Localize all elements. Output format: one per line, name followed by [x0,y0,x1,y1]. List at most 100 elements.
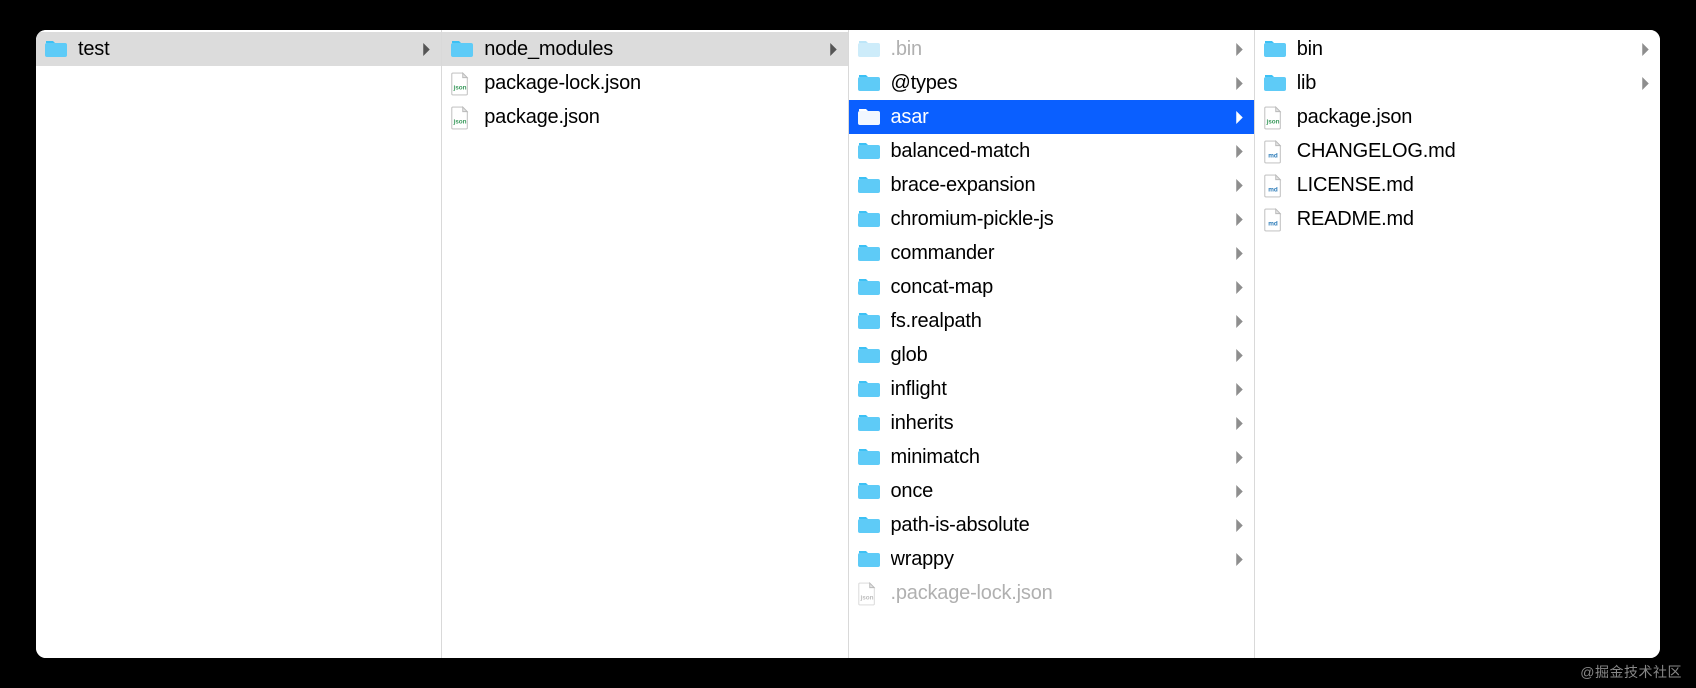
item-label: inflight [891,378,1229,401]
item-label: README.md [1297,208,1650,231]
item-label: test [78,38,416,61]
chevron-right-icon [829,43,838,56]
chevron-right-icon [1235,247,1244,260]
folder-icon [1263,72,1287,94]
item-label: CHANGELOG.md [1297,140,1650,163]
chevron-right-icon [1235,43,1244,56]
chevron-right-icon [1235,383,1244,396]
md-file-icon: md [1263,140,1287,162]
folder-icon [857,344,881,366]
folder-row[interactable]: minimatch [849,440,1254,474]
chevron-right-icon [1235,519,1244,532]
md-file-icon: md [1263,174,1287,196]
folder-row[interactable]: test [36,32,441,66]
folder-icon [44,38,68,60]
chevron-right-icon [1235,485,1244,498]
folder-row[interactable]: lib [1255,66,1660,100]
item-label: node_modules [484,38,822,61]
folder-row[interactable]: node_modules [442,32,847,66]
item-label: brace-expansion [891,174,1229,197]
folder-row[interactable]: chromium-pickle-js [849,202,1254,236]
chevron-right-icon [1235,553,1244,566]
folder-row[interactable]: balanced-match [849,134,1254,168]
item-label: bin [1297,38,1635,61]
folder-icon [450,38,474,60]
item-label: fs.realpath [891,310,1229,333]
folder-row[interactable]: wrappy [849,542,1254,576]
chevron-right-icon [1641,43,1650,56]
folder-icon [857,310,881,332]
folder-icon [857,208,881,230]
svg-text:json: json [1265,118,1279,125]
folder-row[interactable]: concat-map [849,270,1254,304]
item-label: @types [891,72,1229,95]
item-label: balanced-match [891,140,1229,163]
md-file-icon: md [1263,208,1287,230]
chevron-right-icon [1235,451,1244,464]
folder-icon [1263,38,1287,60]
folder-row[interactable]: commander [849,236,1254,270]
json-file-icon: json [450,106,474,128]
svg-text:md: md [1268,220,1278,227]
file-row[interactable]: json package.json [1255,100,1660,134]
chevron-right-icon [1235,281,1244,294]
file-row[interactable]: json package-lock.json [442,66,847,100]
folder-row[interactable]: fs.realpath [849,304,1254,338]
folder-icon [857,174,881,196]
folder-row[interactable]: inherits [849,406,1254,440]
finder-column-view: test node_modules json package-lock.json… [36,30,1660,658]
item-label: wrappy [891,548,1229,571]
folder-icon [857,72,881,94]
finder-column[interactable]: test [36,30,442,658]
chevron-right-icon [1235,349,1244,362]
folder-icon [857,548,881,570]
item-label: package-lock.json [484,72,837,95]
folder-icon [857,514,881,536]
folder-row[interactable]: path-is-absolute [849,508,1254,542]
svg-text:md: md [1268,152,1278,159]
folder-icon [857,38,881,60]
chevron-right-icon [1235,315,1244,328]
folder-row[interactable]: .bin [849,32,1254,66]
folder-row[interactable]: asar [849,100,1254,134]
chevron-right-icon [1235,179,1244,192]
folder-row[interactable]: inflight [849,372,1254,406]
item-label: .package-lock.json [891,582,1244,605]
item-label: chromium-pickle-js [891,208,1229,231]
json-file-icon: json [1263,106,1287,128]
finder-column[interactable]: node_modules json package-lock.json json… [442,30,848,658]
item-label: glob [891,344,1229,367]
item-label: .bin [891,38,1229,61]
file-row[interactable]: json .package-lock.json [849,576,1254,610]
finder-column[interactable]: .bin @types asar balanced-match brace-ex… [849,30,1255,658]
item-label: lib [1297,72,1635,95]
file-row[interactable]: md CHANGELOG.md [1255,134,1660,168]
folder-row[interactable]: brace-expansion [849,168,1254,202]
folder-row[interactable]: once [849,474,1254,508]
folder-icon [857,412,881,434]
folder-icon [857,480,881,502]
item-label: path-is-absolute [891,514,1229,537]
svg-text:json: json [453,118,467,125]
folder-row[interactable]: glob [849,338,1254,372]
svg-text:json: json [859,594,873,601]
item-label: commander [891,242,1229,265]
chevron-right-icon [1641,77,1650,90]
finder-column[interactable]: bin lib json package.json md CHANGELOG.m… [1255,30,1660,658]
folder-row[interactable]: bin [1255,32,1660,66]
watermark-text: @掘金技术社区 [1580,662,1682,682]
item-label: package.json [484,106,837,129]
item-label: once [891,480,1229,503]
item-label: minimatch [891,446,1229,469]
folder-row[interactable]: @types [849,66,1254,100]
chevron-right-icon [422,43,431,56]
chevron-right-icon [1235,77,1244,90]
item-label: inherits [891,412,1229,435]
folder-icon [857,106,881,128]
file-row[interactable]: md README.md [1255,202,1660,236]
file-row[interactable]: md LICENSE.md [1255,168,1660,202]
chevron-right-icon [1235,111,1244,124]
chevron-right-icon [1235,417,1244,430]
svg-text:json: json [453,84,467,91]
file-row[interactable]: json package.json [442,100,847,134]
